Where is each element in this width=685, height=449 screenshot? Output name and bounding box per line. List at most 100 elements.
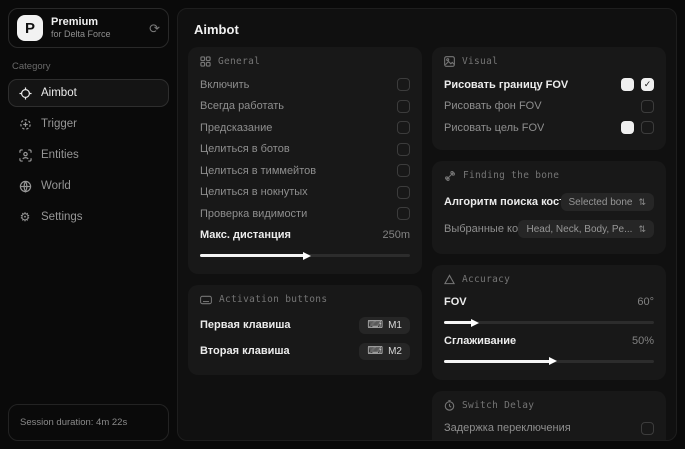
image-icon [444,56,455,67]
keyboard-icon: ⌨ [367,346,383,357]
checkbox[interactable] [397,121,410,134]
visual-title: Visual [462,56,498,67]
trigger-icon [18,117,32,131]
bone-row: Выбранные кос Head, Neck, Body, Pe... ⇅ [444,216,654,243]
keybind-row: Вторая клавиша ⌨ M2 [200,338,410,364]
toggle-row: Целиться в тиммейтов [200,160,410,182]
sidebar-item-label: World [41,180,71,192]
toggle-row: Включить [200,74,410,96]
sidebar: P Premium for Delta Force ⟳ Category Aim… [0,0,177,449]
keybind-value: M2 [388,346,402,357]
checkbox[interactable]: ✓ [641,78,654,91]
sidebar-item-label: Trigger [41,118,77,130]
switch-delay-toggle-label: Задержка переключения [444,422,571,434]
switch-delay-header: Switch Delay [444,400,654,411]
accuracy-header: Accuracy [444,274,654,285]
general-header: General [200,56,410,67]
bone-card: Finding the bone Алгоритм поиска кост Se… [432,161,666,254]
keybind-label: Первая клавиша [200,319,291,331]
visual-header: Visual [444,56,654,67]
toggle-label: Целиться в нокнутых [200,186,308,198]
selected-bones-select[interactable]: Head, Neck, Body, Pe... ⇅ [518,220,654,238]
switch-delay-toggle-row: Задержка переключения [444,418,654,440]
checkbox[interactable] [397,164,410,177]
general-card: General Включить Всегда работать Предска… [188,47,422,274]
sidebar-item-aimbot[interactable]: Aimbot [8,79,169,107]
fov-label: FOV [444,296,467,308]
toggle-row: Целиться в ботов [200,139,410,161]
max-distance-slider[interactable] [200,254,410,257]
smoothing-slider[interactable] [444,360,654,363]
switch-delay-title: Switch Delay [462,400,534,411]
slider-fill [444,321,473,324]
session-duration: Session duration: 4m 22s [8,404,169,441]
max-distance-row: Макс. дистанция 250m [200,225,410,247]
sidebar-item-world[interactable]: World [8,172,169,200]
activation-card: Activation buttons Первая клавиша ⌨ M1 В… [188,285,422,375]
smoothing-value: 50% [632,335,654,347]
sidebar-item-entities[interactable]: Entities [8,141,169,169]
category-label: Category [12,61,165,72]
visual-label: Рисовать фон FOV [444,100,542,112]
keybind-value: M1 [388,320,402,331]
select-value: Selected bone [569,197,633,208]
smoothing-row: Сглаживание 50% [444,330,654,352]
toggle-label: Целиться в тиммейтов [200,165,316,177]
select-value: Head, Neck, Body, Pe... [526,224,632,235]
content-columns: General Включить Всегда работать Предска… [178,47,676,440]
bone-label: Алгоритм поиска кост [444,196,561,208]
chevron-updown-icon: ⇅ [638,198,646,207]
visual-row: Рисовать цель FOV [444,117,654,139]
brand-title: Premium [51,16,141,29]
main-panel: Aimbot General Включить [177,8,677,441]
keyboard-icon [200,295,212,305]
brand-text: Premium for Delta Force [51,16,141,40]
crosshair-icon [18,86,32,100]
keybind-button-m1[interactable]: ⌨ M1 [359,317,410,334]
sidebar-item-label: Settings [41,211,83,223]
slider-thumb[interactable] [471,319,479,327]
bone-icon [444,170,456,182]
left-column: General Включить Всегда работать Предска… [188,47,422,430]
keybind-button-m2[interactable]: ⌨ M2 [359,343,410,360]
fov-value: 60° [637,296,654,308]
fov-slider[interactable] [444,321,654,324]
toggle-label: Предсказание [200,122,272,134]
slider-thumb[interactable] [303,252,311,260]
checkbox[interactable] [641,422,654,435]
brand-logo: P [17,15,43,41]
visual-label: Рисовать границу FOV [444,79,568,91]
checkbox[interactable] [641,100,654,113]
keybind-label: Вторая клавиша [200,345,290,357]
toggle-label: Целиться в ботов [200,143,290,155]
right-column: Visual Рисовать границу FOV ✓ Рисовать ф… [432,47,666,430]
visual-card: Visual Рисовать границу FOV ✓ Рисовать ф… [432,47,666,150]
keybind-row: Первая клавиша ⌨ M1 [200,312,410,338]
checkbox[interactable] [397,100,410,113]
checkbox[interactable] [397,78,410,91]
checkbox[interactable] [397,143,410,156]
sync-icon[interactable]: ⟳ [149,22,160,35]
checkbox[interactable] [397,186,410,199]
checkbox[interactable] [641,121,654,134]
sidebar-item-settings[interactable]: ⚙ Settings [8,203,169,231]
sidebar-item-label: Entities [41,149,79,161]
color-swatch[interactable] [621,78,634,91]
clock-icon [444,400,455,411]
checkbox[interactable] [397,207,410,220]
grid-icon [200,56,211,67]
triangle-icon [444,274,455,285]
bone-label: Выбранные кос [444,223,518,235]
sidebar-item-trigger[interactable]: Trigger [8,110,169,138]
bone-algorithm-select[interactable]: Selected bone ⇅ [561,193,655,211]
color-swatch[interactable] [621,121,634,134]
max-distance-label: Макс. дистанция [200,229,291,241]
toggle-row: Проверка видимости [200,203,410,225]
accuracy-title: Accuracy [462,274,510,285]
bone-row: Алгоритм поиска кост Selected bone ⇅ [444,189,654,216]
slider-thumb[interactable] [549,357,557,365]
brand-card: P Premium for Delta Force ⟳ [8,8,169,48]
gear-icon: ⚙ [18,210,32,224]
brand-logo-letter: P [25,20,35,37]
general-title: General [218,56,260,67]
